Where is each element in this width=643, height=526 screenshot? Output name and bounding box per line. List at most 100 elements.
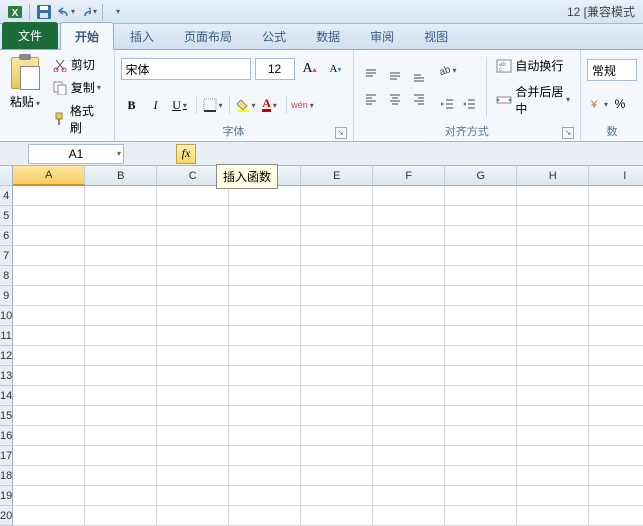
name-box[interactable]: A1 ▾ bbox=[28, 144, 124, 164]
cell[interactable] bbox=[373, 426, 445, 446]
row-header[interactable]: 20 bbox=[0, 506, 13, 526]
cell[interactable] bbox=[157, 246, 229, 266]
paste-button[interactable]: 粘贴▾ bbox=[6, 53, 44, 139]
cell[interactable] bbox=[229, 426, 301, 446]
cell[interactable] bbox=[445, 306, 517, 326]
cell[interactable] bbox=[301, 266, 373, 286]
align-left-button[interactable] bbox=[360, 88, 382, 110]
redo-icon[interactable]: ▾ bbox=[79, 3, 97, 21]
cell[interactable] bbox=[229, 446, 301, 466]
cell[interactable] bbox=[589, 226, 643, 246]
cell[interactable] bbox=[445, 206, 517, 226]
tab-review[interactable]: 审阅 bbox=[356, 23, 408, 49]
cell[interactable] bbox=[85, 246, 157, 266]
cell[interactable] bbox=[229, 266, 301, 286]
cell[interactable] bbox=[373, 466, 445, 486]
cell[interactable] bbox=[301, 406, 373, 426]
cell[interactable] bbox=[301, 386, 373, 406]
tab-data[interactable]: 数据 bbox=[302, 23, 354, 49]
cell[interactable] bbox=[157, 286, 229, 306]
cell[interactable] bbox=[85, 286, 157, 306]
cell[interactable] bbox=[517, 306, 589, 326]
underline-button[interactable]: U▾ bbox=[169, 94, 191, 116]
cell[interactable] bbox=[373, 346, 445, 366]
cell[interactable] bbox=[373, 326, 445, 346]
name-box-dropdown-icon[interactable]: ▾ bbox=[117, 149, 121, 158]
cell[interactable] bbox=[13, 346, 85, 366]
cell[interactable] bbox=[157, 486, 229, 506]
format-painter-button[interactable]: 格式刷 bbox=[48, 100, 108, 138]
cell[interactable] bbox=[229, 286, 301, 306]
cell[interactable] bbox=[157, 306, 229, 326]
cell[interactable] bbox=[301, 206, 373, 226]
cell[interactable] bbox=[589, 406, 643, 426]
cell[interactable] bbox=[589, 286, 643, 306]
cell[interactable] bbox=[301, 306, 373, 326]
cell[interactable] bbox=[13, 366, 85, 386]
fill-color-button[interactable]: ▾ bbox=[235, 94, 257, 116]
cell[interactable] bbox=[157, 506, 229, 526]
cell[interactable] bbox=[445, 486, 517, 506]
cell[interactable] bbox=[157, 206, 229, 226]
cut-button[interactable]: 剪切 bbox=[48, 54, 108, 75]
copy-button[interactable]: 复制▾ bbox=[48, 77, 108, 98]
cell[interactable] bbox=[85, 466, 157, 486]
shrink-font-button[interactable]: A▾ bbox=[325, 58, 347, 80]
cell[interactable] bbox=[445, 466, 517, 486]
cell[interactable] bbox=[229, 226, 301, 246]
cell[interactable] bbox=[589, 466, 643, 486]
merge-center-button[interactable]: 合并后居中▾ bbox=[492, 81, 574, 119]
cell[interactable] bbox=[517, 186, 589, 206]
font-launcher-icon[interactable]: ↘ bbox=[335, 127, 347, 139]
cell[interactable] bbox=[445, 186, 517, 206]
column-header[interactable]: A bbox=[13, 166, 85, 186]
italic-button[interactable]: I bbox=[145, 94, 167, 116]
number-format-combo[interactable] bbox=[587, 59, 637, 81]
cell[interactable] bbox=[229, 366, 301, 386]
cell[interactable] bbox=[13, 446, 85, 466]
font-size-combo[interactable] bbox=[255, 58, 295, 80]
row-header[interactable]: 10 bbox=[0, 306, 13, 326]
cell[interactable] bbox=[373, 446, 445, 466]
cell[interactable] bbox=[13, 426, 85, 446]
cell[interactable] bbox=[13, 386, 85, 406]
row-header[interactable]: 4 bbox=[0, 186, 13, 206]
cell[interactable] bbox=[373, 246, 445, 266]
decrease-indent-button[interactable] bbox=[436, 93, 458, 115]
cell[interactable] bbox=[157, 446, 229, 466]
cell[interactable] bbox=[301, 426, 373, 446]
row-header[interactable]: 5 bbox=[0, 206, 13, 226]
cell[interactable] bbox=[517, 266, 589, 286]
cell[interactable] bbox=[373, 266, 445, 286]
cell[interactable] bbox=[445, 406, 517, 426]
cell[interactable] bbox=[517, 466, 589, 486]
cell[interactable] bbox=[85, 366, 157, 386]
cell[interactable] bbox=[301, 446, 373, 466]
cell[interactable] bbox=[445, 246, 517, 266]
cell[interactable] bbox=[13, 286, 85, 306]
cell[interactable] bbox=[229, 506, 301, 526]
cell[interactable] bbox=[85, 206, 157, 226]
row-header[interactable]: 12 bbox=[0, 346, 13, 366]
cell[interactable] bbox=[85, 326, 157, 346]
tab-insert[interactable]: 插入 bbox=[116, 23, 168, 49]
select-all-corner[interactable] bbox=[0, 166, 13, 186]
column-header[interactable]: E bbox=[301, 166, 373, 186]
cell[interactable] bbox=[229, 306, 301, 326]
row-header[interactable]: 8 bbox=[0, 266, 13, 286]
column-header[interactable]: F bbox=[373, 166, 445, 186]
cell[interactable] bbox=[85, 506, 157, 526]
cell[interactable] bbox=[445, 226, 517, 246]
cell[interactable] bbox=[13, 266, 85, 286]
cell[interactable] bbox=[589, 446, 643, 466]
row-header[interactable]: 11 bbox=[0, 326, 13, 346]
align-launcher-icon[interactable]: ↘ bbox=[562, 127, 574, 139]
cell[interactable] bbox=[373, 306, 445, 326]
cell[interactable] bbox=[517, 286, 589, 306]
cell[interactable] bbox=[301, 286, 373, 306]
cell[interactable] bbox=[517, 446, 589, 466]
row-header[interactable]: 18 bbox=[0, 466, 13, 486]
cell[interactable] bbox=[85, 226, 157, 246]
row-header[interactable]: 19 bbox=[0, 486, 13, 506]
cell[interactable] bbox=[157, 466, 229, 486]
